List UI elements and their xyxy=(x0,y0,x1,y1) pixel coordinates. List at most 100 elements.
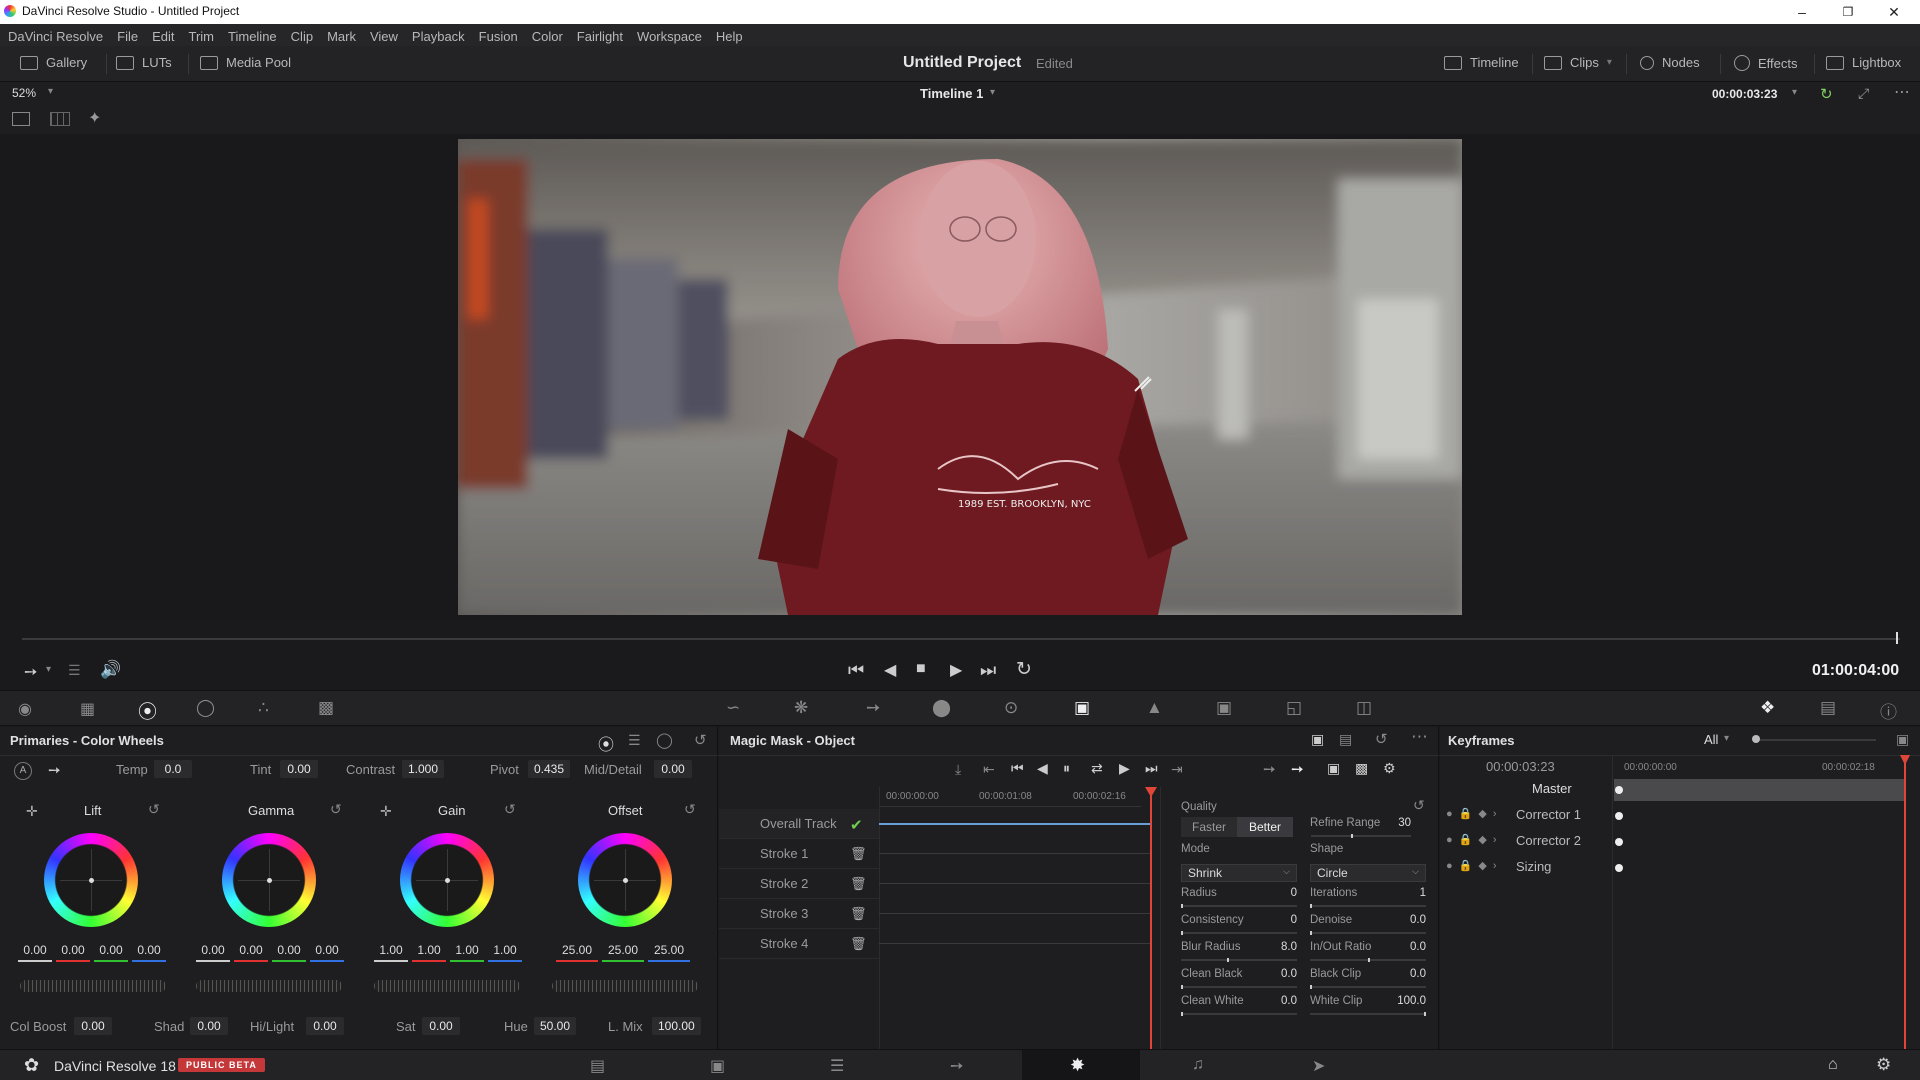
track-reverse-icon[interactable]: ◀ xyxy=(1037,760,1048,777)
temp-field[interactable]: 0.0 xyxy=(154,760,192,778)
close-icon[interactable]: ✕ xyxy=(1884,2,1904,22)
faster-option[interactable]: Faster xyxy=(1181,817,1237,837)
lock-icon[interactable]: 🔒 xyxy=(1459,807,1473,820)
picker-icon[interactable]: ➙ xyxy=(24,662,37,682)
menu-fairlight[interactable]: Fairlight xyxy=(577,27,623,44)
consistency-slider[interactable] xyxy=(1181,931,1297,935)
keyframe-zoom-slider[interactable] xyxy=(1756,739,1876,741)
gain-r-value[interactable]: 1.00 xyxy=(412,943,446,962)
track-row-stroke-3[interactable]: Stroke 3 🗑 xyxy=(719,899,879,929)
effects-button[interactable]: Effects xyxy=(1734,55,1798,71)
sat-field[interactable]: 0.00 xyxy=(422,1017,460,1035)
dot-icon[interactable]: ● xyxy=(1446,834,1453,846)
iterations-value[interactable]: 1 xyxy=(1389,887,1426,899)
lift-b-value[interactable]: 0.00 xyxy=(132,943,166,962)
radius-slider[interactable] xyxy=(1181,904,1297,908)
gain-g-value[interactable]: 1.00 xyxy=(450,943,484,962)
fusion-page-icon[interactable]: ➙ xyxy=(950,1056,963,1076)
grid-view-icon[interactable] xyxy=(50,112,70,126)
track-row-stroke-1[interactable]: Stroke 1 🗑 xyxy=(719,839,879,869)
trash-icon[interactable]: 🗑 xyxy=(850,906,867,922)
camera-raw-icon[interactable]: ◉ xyxy=(18,699,32,719)
zoom-dropdown[interactable]: 52% xyxy=(12,86,36,100)
gain-y-value[interactable]: 1.00 xyxy=(374,943,408,962)
clean-black-value[interactable]: 0.0 xyxy=(1259,968,1297,980)
menu-workspace[interactable]: Workspace xyxy=(637,27,702,44)
blur-radius-value[interactable]: 8.0 xyxy=(1259,941,1297,953)
white-clip-slider[interactable] xyxy=(1310,1012,1426,1016)
show-mask-icon[interactable]: ▩ xyxy=(1355,760,1368,777)
lift-y-value[interactable]: 0.00 xyxy=(18,943,52,962)
white-clip-value[interactable]: 100.0 xyxy=(1381,995,1426,1007)
more-options-icon[interactable]: ⋯ xyxy=(1411,727,1428,747)
sync-icon[interactable]: ↻ xyxy=(1820,85,1833,103)
layers-icon[interactable]: ☰ xyxy=(68,662,81,679)
refine-range-value[interactable]: 30 xyxy=(1379,817,1411,829)
track-pause-icon[interactable]: ⏸ xyxy=(1063,760,1070,777)
chevron-right-icon[interactable]: › xyxy=(1493,860,1497,872)
track-bidirectional-icon[interactable]: ⇄ xyxy=(1091,760,1103,777)
better-option[interactable]: Better xyxy=(1237,817,1293,837)
iterations-slider[interactable] xyxy=(1310,904,1426,908)
edit-page-icon[interactable]: ☰ xyxy=(830,1056,844,1076)
menu-mark[interactable]: Mark xyxy=(327,27,356,44)
menu-color[interactable]: Color xyxy=(532,27,563,44)
diamond-icon[interactable]: ◆ xyxy=(1478,859,1486,872)
trash-icon[interactable]: 🗑 xyxy=(850,936,867,952)
loop-icon[interactable]: ↻ xyxy=(1016,658,1032,681)
track-to-end-icon[interactable]: ⇥ xyxy=(1171,761,1183,778)
offset-b-value[interactable]: 25.00 xyxy=(648,943,690,962)
master-keyframe-track[interactable] xyxy=(1614,779,1904,801)
chevron-right-icon[interactable]: › xyxy=(1493,834,1497,846)
magic-mask-icon[interactable]: ▣ xyxy=(1074,698,1090,718)
gain-wheel[interactable] xyxy=(400,833,494,927)
track-row-stroke-4[interactable]: Stroke 4 🗑 xyxy=(719,929,879,959)
expand-icon[interactable]: ▣ xyxy=(1896,731,1909,748)
hue-field[interactable]: 50.00 xyxy=(534,1017,577,1035)
contrast-field[interactable]: 1.000 xyxy=(402,760,445,778)
track-next-icon[interactable]: ⏭ xyxy=(1145,760,1158,777)
primaries-wheels-icon[interactable]: ⦿ xyxy=(138,697,157,724)
media-page-icon[interactable]: ▤ xyxy=(590,1056,605,1076)
subtract-stroke-icon[interactable]: ➙ xyxy=(1291,760,1304,778)
offset-g-value[interactable]: 25.00 xyxy=(602,943,644,962)
keyframes-icon[interactable]: ❖ xyxy=(1760,698,1775,718)
go-to-start-icon[interactable]: ⏮ xyxy=(848,660,864,681)
scrubber-playhead[interactable] xyxy=(1896,632,1898,644)
lift-wheel[interactable] xyxy=(44,833,138,927)
pivot-field[interactable]: 0.435 xyxy=(528,760,571,778)
track-back-to-start-icon[interactable]: ⇤ xyxy=(983,761,995,778)
radius-value[interactable]: 0 xyxy=(1259,887,1297,899)
diamond-icon[interactable]: ◆ xyxy=(1478,833,1486,846)
chevron-right-icon[interactable]: › xyxy=(1493,808,1497,820)
offset-r-value[interactable]: 25.00 xyxy=(556,943,598,962)
denoise-value[interactable]: 0.0 xyxy=(1389,914,1426,926)
gain-master-jog[interactable] xyxy=(374,980,520,992)
gamma-wheel[interactable] xyxy=(222,833,316,927)
3d-icon[interactable]: ◫ xyxy=(1356,698,1372,718)
gamma-b-value[interactable]: 0.00 xyxy=(310,943,344,962)
menu-file[interactable]: File xyxy=(117,27,138,44)
gamma-master-jog[interactable] xyxy=(196,980,342,992)
kf-row-corrector-1[interactable]: Corrector 1 xyxy=(1516,807,1581,822)
hdr-wheels-icon[interactable]: ◯ xyxy=(196,698,215,718)
dot-icon[interactable]: ● xyxy=(1446,860,1453,872)
gamma-g-value[interactable]: 0.00 xyxy=(272,943,306,962)
blur-radius-slider[interactable] xyxy=(1181,958,1297,962)
fairlight-page-icon[interactable]: ♫ xyxy=(1192,1056,1204,1074)
log-mode-icon[interactable]: ◯ xyxy=(656,731,673,749)
person-mode-icon[interactable]: ▤ xyxy=(1339,731,1352,748)
rgb-mixer-icon[interactable]: ∴ xyxy=(258,698,269,718)
add-stroke-icon[interactable]: ➙ xyxy=(1263,760,1276,778)
offset-reset-icon[interactable]: ↺ xyxy=(684,801,696,818)
restore-icon[interactable]: ❐ xyxy=(1838,2,1858,22)
lightbox-button[interactable]: Lightbox xyxy=(1826,55,1901,70)
bars-mode-icon[interactable]: ☰ xyxy=(628,732,641,749)
keyframe-dot-icon[interactable] xyxy=(1615,786,1623,794)
gain-b-value[interactable]: 1.00 xyxy=(488,943,522,962)
media-pool-button[interactable]: Media Pool xyxy=(200,55,291,70)
kf-row-sizing[interactable]: Sizing xyxy=(1516,859,1551,874)
more-options-icon[interactable]: ⋯ xyxy=(1894,82,1910,102)
keyframes-filter[interactable]: All xyxy=(1704,732,1718,747)
hilight-field[interactable]: 0.00 xyxy=(306,1017,344,1035)
